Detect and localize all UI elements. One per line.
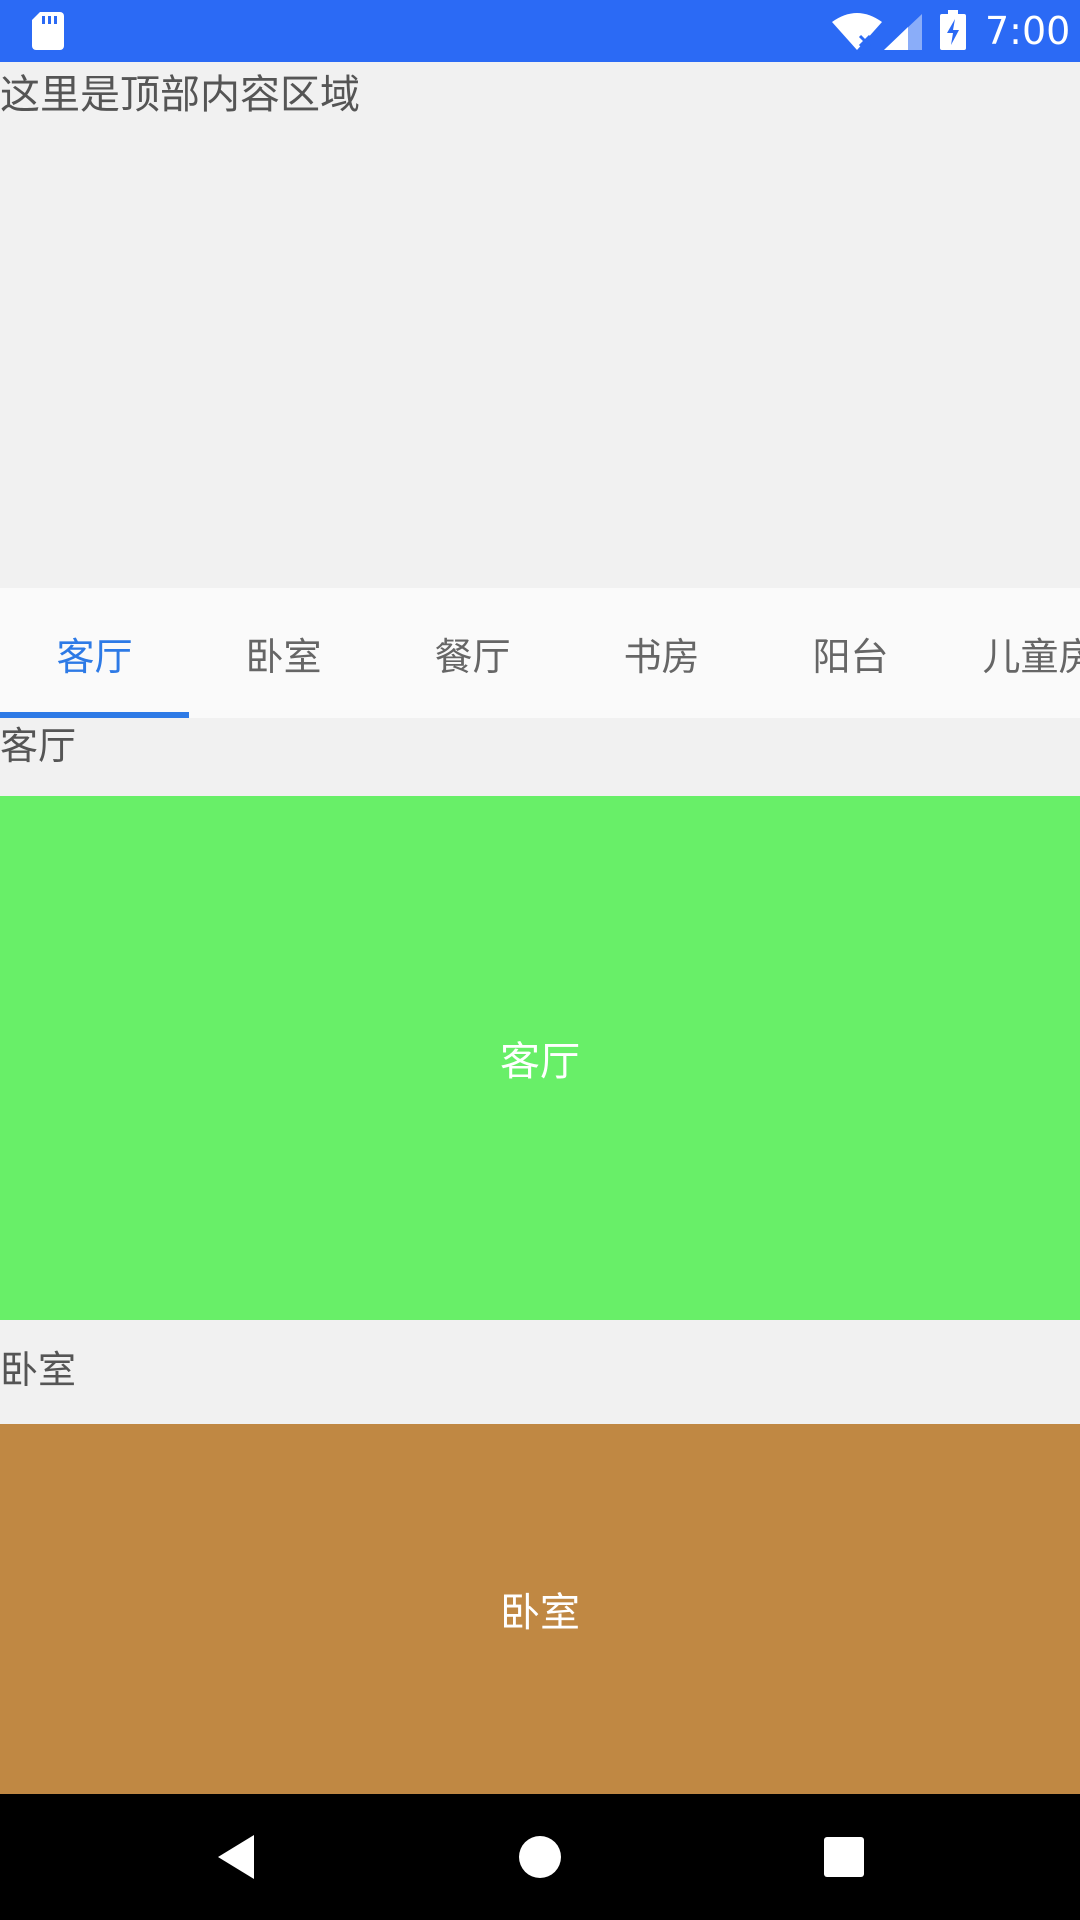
status-bar: 7:00 <box>0 0 1080 62</box>
back-button[interactable] <box>176 1794 296 1920</box>
tab-kids-room[interactable]: 儿童房 <box>945 588 1080 718</box>
section-header-label: 卧室 <box>0 1348 77 1392</box>
section-header-label: 客厅 <box>0 724 77 768</box>
app-screen: 7:00 这里是顶部内容区域 客厅 卧室 餐厅 书房 阳台 儿童房 客厅 客厅 … <box>0 0 1080 1920</box>
battery-charging-icon <box>940 10 966 50</box>
tab-study[interactable]: 书房 <box>567 588 756 718</box>
back-icon <box>218 1835 254 1879</box>
section-panel-label: 卧室 <box>500 1590 580 1636</box>
tab-dining-room[interactable]: 餐厅 <box>378 588 567 718</box>
section-panel-bedroom[interactable]: 卧室 <box>0 1424 1080 1794</box>
section-panel-label: 客厅 <box>500 1039 580 1085</box>
top-content-area: 这里是顶部内容区域 <box>0 62 1080 588</box>
home-icon <box>519 1836 561 1878</box>
recents-icon <box>824 1837 864 1877</box>
recents-button[interactable] <box>784 1794 904 1920</box>
tab-balcony[interactable]: 阳台 <box>756 588 945 718</box>
section-header-bedroom: 卧室 <box>0 1320 1080 1424</box>
category-tab-bar[interactable]: 客厅 卧室 餐厅 书房 阳台 儿童房 <box>0 588 1080 718</box>
top-content-text: 这里是顶部内容区域 <box>0 72 360 118</box>
tab-living-room[interactable]: 客厅 <box>0 588 189 718</box>
wifi-icon <box>832 13 882 50</box>
section-panel-living-room[interactable]: 客厅 <box>0 796 1080 1320</box>
home-button[interactable] <box>480 1794 600 1920</box>
tab-bedroom[interactable]: 卧室 <box>189 588 378 718</box>
sd-card-icon <box>32 12 64 50</box>
clock-time: 7:00 <box>985 9 1071 53</box>
cellular-signal-icon <box>884 14 922 50</box>
system-navigation-bar <box>0 1794 1080 1920</box>
section-header-living-room: 客厅 <box>0 718 1080 796</box>
